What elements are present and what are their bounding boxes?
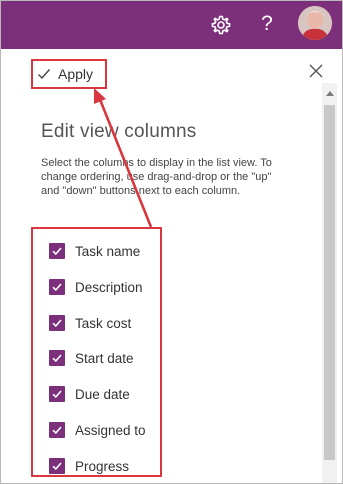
check-icon: [52, 390, 62, 399]
checkbox[interactable]: [49, 315, 65, 331]
scroll-up-arrow-icon[interactable]: [326, 91, 334, 96]
gear-icon[interactable]: [209, 13, 233, 37]
checkbox[interactable]: [49, 458, 65, 474]
check-icon: [52, 462, 62, 471]
help-icon[interactable]: ?: [255, 10, 279, 38]
check-icon: [52, 283, 62, 292]
column-item-progress[interactable]: Progress: [49, 456, 129, 476]
apply-button[interactable]: Apply: [31, 59, 107, 89]
column-item-assigned-to[interactable]: Assigned to: [49, 420, 146, 440]
check-icon: [38, 69, 51, 80]
checkbox[interactable]: [49, 350, 65, 366]
columns-list: Task name Description Task cost Start da…: [31, 227, 162, 477]
column-label: Description: [75, 279, 143, 295]
column-item-due-date[interactable]: Due date: [49, 384, 130, 404]
column-item-task-cost[interactable]: Task cost: [49, 313, 131, 333]
apply-label: Apply: [58, 66, 94, 82]
app-frame: ? Apply Edit view columns Select the col…: [0, 0, 343, 484]
column-label: Task cost: [75, 315, 132, 331]
check-icon: [52, 354, 62, 363]
column-label: Assigned to: [75, 422, 146, 438]
check-icon: [52, 319, 62, 328]
column-label: Task name: [75, 243, 141, 259]
column-label: Due date: [75, 386, 130, 402]
column-item-start-date[interactable]: Start date: [49, 348, 134, 368]
checkbox[interactable]: [49, 422, 65, 438]
avatar[interactable]: [298, 6, 332, 40]
column-label: Progress: [75, 458, 130, 474]
checkbox[interactable]: [49, 386, 65, 402]
scrollbar-thumb[interactable]: [324, 105, 335, 460]
panel-description: Select the columns to display in the lis…: [41, 157, 272, 197]
suite-bar: ?: [1, 1, 342, 49]
column-item-task-name[interactable]: Task name: [49, 241, 140, 261]
column-label: Start date: [75, 350, 134, 366]
close-icon[interactable]: [306, 61, 326, 81]
column-item-description[interactable]: Description: [49, 277, 143, 297]
checkbox[interactable]: [49, 243, 65, 259]
panel-heading: Edit view columns: [41, 121, 197, 142]
check-icon: [52, 247, 62, 256]
check-icon: [52, 426, 62, 435]
checkbox[interactable]: [49, 279, 65, 295]
